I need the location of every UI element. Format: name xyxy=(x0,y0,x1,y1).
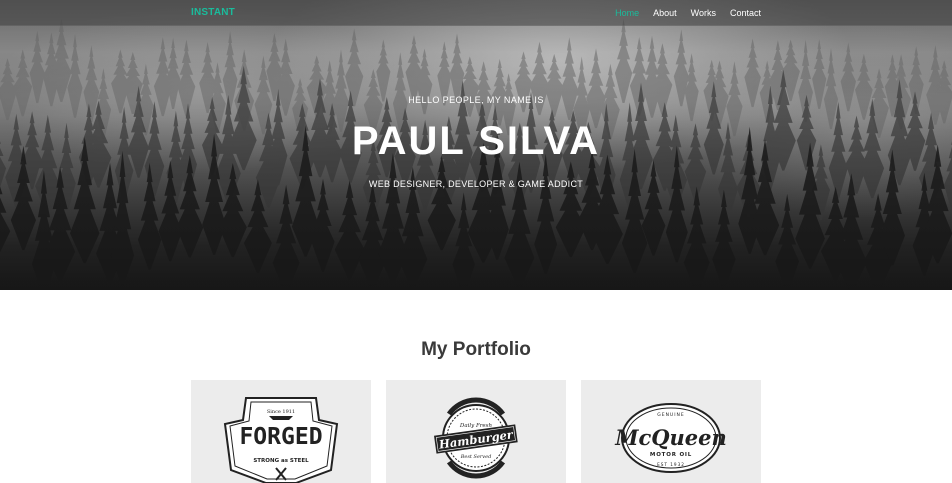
hamburger-logo: Daily Fresh Hamburger Best Served xyxy=(434,397,518,479)
hero-tagline: WEB DESIGNER, DEVELOPER & GAME ADDICT xyxy=(368,179,584,189)
hero-greeting: HELLO PEOPLE, MY NAME IS xyxy=(408,95,544,105)
mcqueen-logo-text: McQueen xyxy=(614,425,727,450)
hero-name: PAUL SILVA xyxy=(351,119,601,163)
forged-top-text: Since 1911 xyxy=(267,409,295,415)
mcqueen-logo: GENUINE McQueen MOTOR OIL EST 1932 xyxy=(614,403,727,473)
nav-link-home[interactable]: Home xyxy=(615,8,639,18)
portfolio-title: My Portfolio xyxy=(421,339,531,360)
portfolio-item-mcqueen[interactable]: GENUINE McQueen MOTOR OIL EST 1932 xyxy=(581,380,761,483)
navbar: INSTANT Home About Works Contact xyxy=(0,0,952,26)
hamburger-bottom-text: Best Served xyxy=(460,454,492,460)
nav-link-works[interactable]: Works xyxy=(691,8,716,18)
forged-logo: Since 1911 FORGED STRONG as STEEL xyxy=(223,397,339,483)
portfolio-item-forged[interactable]: Since 1911 FORGED STRONG as STEEL xyxy=(191,380,371,483)
hamburger-top-text: Daily Fresh xyxy=(459,423,493,429)
mcqueen-sub-text: MOTOR OIL xyxy=(650,452,692,458)
portfolio-item-hamburger[interactable]: Daily Fresh Hamburger Best Served xyxy=(386,380,566,483)
hero-section: HELLO PEOPLE, MY NAME IS PAUL SILVA WEB … xyxy=(0,0,952,290)
forged-sub-text: STRONG as STEEL xyxy=(253,458,309,464)
nav-link-contact[interactable]: Contact xyxy=(730,8,761,18)
forged-logo-text: FORGED xyxy=(239,424,322,450)
nav-links: Home About Works Contact xyxy=(615,8,761,18)
nav-link-about[interactable]: About xyxy=(653,8,677,18)
mcqueen-bottom-text: EST 1932 xyxy=(657,462,685,467)
mcqueen-top-text: GENUINE xyxy=(657,412,685,418)
brand-logo[interactable]: INSTANT xyxy=(191,7,235,18)
